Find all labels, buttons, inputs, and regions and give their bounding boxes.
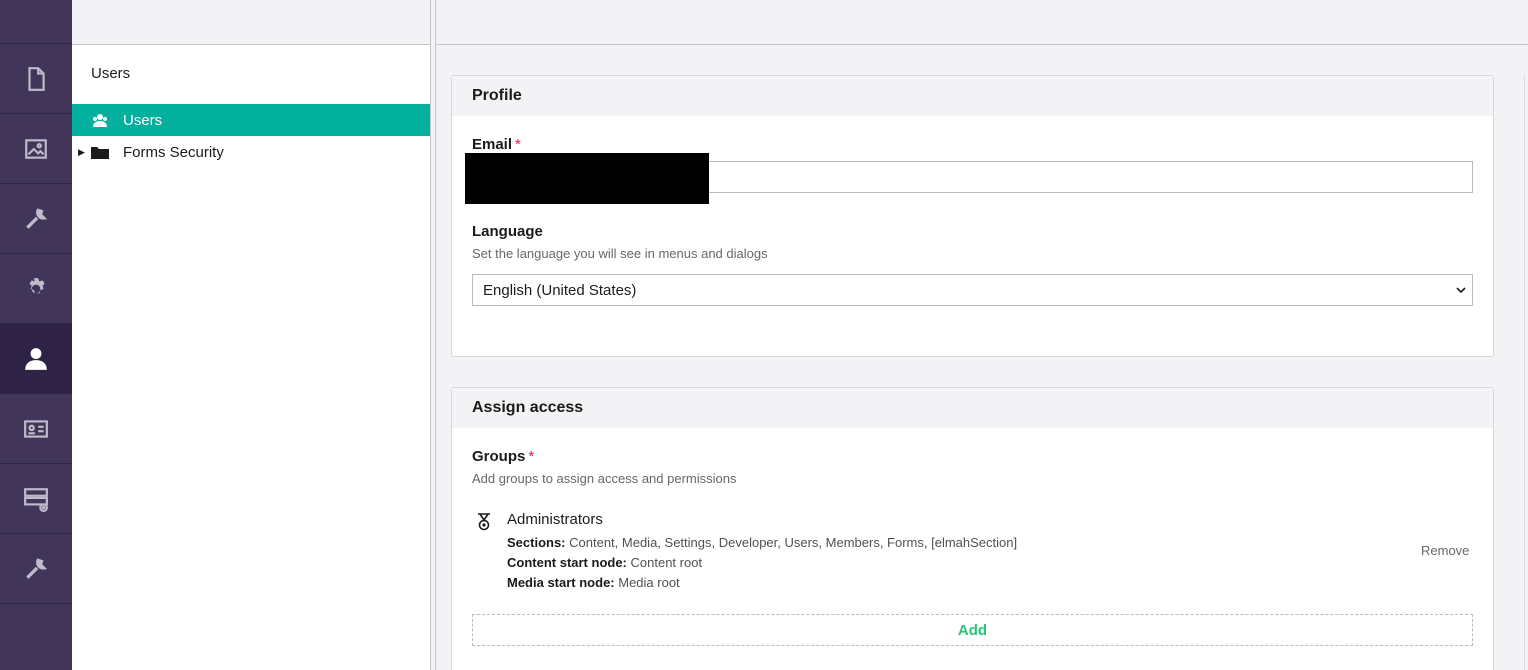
profile-box: Profile	[451, 75, 1494, 357]
user-icon	[25, 347, 47, 370]
section-media[interactable]	[0, 114, 72, 184]
settings-wrench-icon	[26, 207, 48, 229]
profile-header: Profile	[452, 76, 1493, 116]
tree-node-label: Users	[123, 111, 163, 129]
member-card-icon	[24, 419, 48, 438]
media-start-label: Media start node:	[507, 575, 615, 590]
assign-access-header: Assign access	[452, 388, 1493, 428]
language-label: Language	[472, 223, 543, 240]
redacted-value	[465, 153, 709, 204]
media-start-value: Media root	[618, 575, 680, 590]
editor-header-bar	[436, 0, 1528, 45]
section-users[interactable]	[0, 324, 72, 394]
tree-node-users[interactable]: Users	[72, 104, 430, 136]
group-sections: Sections: Content, Media, Settings, Deve…	[507, 535, 1017, 550]
groups-label: Groups *	[472, 448, 534, 465]
email-label: Email *	[472, 136, 521, 153]
section-forms[interactable]	[0, 464, 72, 534]
group-name: Administrators	[507, 511, 603, 528]
group-media-start-node: Media start node: Media root	[507, 575, 680, 590]
sections-value: Content, Media, Settings, Developer, Use…	[569, 535, 1018, 550]
groups-description: Add groups to assign access and permissi…	[472, 471, 737, 486]
section-developer[interactable]	[0, 254, 72, 324]
media-icon	[25, 138, 47, 159]
medal-icon	[478, 513, 490, 531]
required-marker: *	[528, 448, 535, 465]
forms-icon	[24, 487, 48, 512]
section-rail	[0, 0, 72, 670]
tree-panel: Users Users ▶ Forms Security	[72, 0, 431, 670]
users-icon	[93, 114, 107, 127]
group-content-start-node: Content start node: Content root	[507, 555, 702, 570]
add-group-button[interactable]: Add	[472, 614, 1473, 646]
content-start-label: Content start node:	[507, 555, 627, 570]
tree-title: Users	[91, 65, 131, 82]
folder-icon	[91, 147, 109, 159]
expand-caret-icon[interactable]: ▶	[78, 147, 85, 158]
tree-node-forms-security[interactable]: ▶ Forms Security	[72, 136, 430, 168]
gear-icon	[29, 277, 45, 293]
language-select[interactable]: English (United States)	[472, 274, 1473, 306]
remove-group-button[interactable]: Remove	[1421, 543, 1469, 558]
language-description: Set the language you will see in menus a…	[472, 246, 768, 261]
groups-label-text: Groups	[472, 448, 526, 465]
section-members[interactable]	[0, 394, 72, 464]
section-settings[interactable]	[0, 184, 72, 254]
tree-node-label: Forms Security	[123, 143, 224, 161]
language-select-value: English (United States)	[483, 281, 637, 299]
email-label-text: Email	[472, 136, 513, 153]
required-marker: *	[515, 136, 521, 153]
content-start-value: Content root	[630, 555, 703, 570]
tree-header-bar	[72, 0, 430, 45]
developer-wrench-icon	[26, 557, 48, 579]
chevron-down-icon	[1456, 287, 1466, 294]
section-tools[interactable]	[0, 534, 72, 604]
content-icon	[28, 66, 45, 91]
section-content[interactable]	[0, 44, 72, 114]
sections-label: Sections:	[507, 535, 566, 550]
rail-top	[0, 0, 72, 44]
scrollbar[interactable]	[1524, 75, 1525, 670]
